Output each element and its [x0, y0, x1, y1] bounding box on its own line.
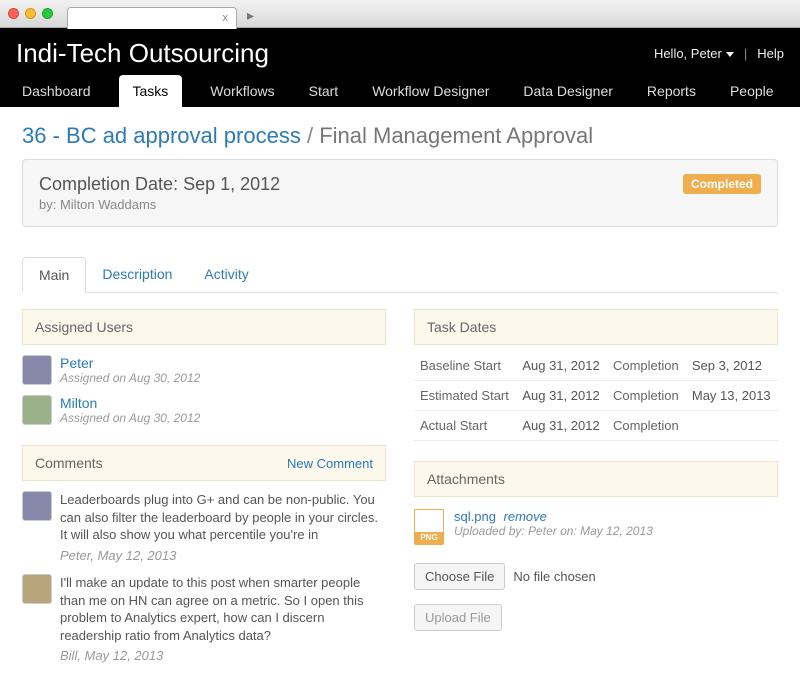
comment-text: I'll make an update to this post when sm… — [60, 574, 386, 644]
tab-description[interactable]: Description — [86, 257, 188, 292]
attachment-meta: Uploaded by: Peter on: May 12, 2013 — [454, 524, 653, 538]
attachment-row: PNG sql.png remove Uploaded by: Peter on… — [414, 509, 778, 545]
window-close-icon[interactable] — [8, 8, 19, 19]
completion-date: Completion Date: Sep 1, 2012 — [39, 174, 280, 195]
nav-data-designer[interactable]: Data Designer — [517, 75, 619, 107]
dates-table: Baseline Start Aug 31, 2012 Completion S… — [414, 351, 778, 441]
breadcrumb: 36 - BC ad approval process / Final Mana… — [22, 123, 778, 149]
user-greeting[interactable]: Hello, Peter — [654, 46, 734, 61]
chevron-down-icon — [726, 52, 734, 57]
user-link[interactable]: Milton — [60, 395, 200, 411]
comment-row: Leaderboards plug into G+ and can be non… — [22, 491, 386, 564]
panel-attachments: Attachments — [414, 461, 778, 497]
summary-box: Completion Date: Sep 1, 2012 by: Milton … — [22, 159, 778, 227]
window-minimize-icon[interactable] — [25, 8, 36, 19]
user-meta: Assigned on Aug 30, 2012 — [60, 371, 200, 385]
browser-tab[interactable]: x — [67, 7, 237, 29]
avatar — [22, 395, 52, 425]
nav-tasks[interactable]: Tasks — [119, 75, 183, 107]
nav-start[interactable]: Start — [303, 75, 345, 107]
tab-close-icon[interactable]: x — [223, 12, 229, 24]
tab-activity[interactable]: Activity — [188, 257, 264, 292]
panel-assigned-users: Assigned Users — [22, 309, 386, 345]
brand-title: Indi-Tech Outsourcing — [16, 38, 269, 69]
table-row: Actual Start Aug 31, 2012 Completion — [414, 411, 778, 441]
avatar — [22, 355, 52, 385]
status-badge: Completed — [683, 174, 761, 194]
browser-chrome: x ▸ — [0, 0, 800, 28]
user-meta: Assigned on Aug 30, 2012 — [60, 411, 200, 425]
assigned-user-row: Milton Assigned on Aug 30, 2012 — [22, 395, 386, 425]
completion-by: by: Milton Waddams — [39, 197, 280, 212]
breadcrumb-sep: / — [307, 123, 313, 148]
attachment-remove-link[interactable]: remove — [504, 509, 547, 524]
divider: | — [744, 46, 747, 61]
attachment-link[interactable]: sql.png — [454, 509, 496, 524]
panel-task-dates: Task Dates — [414, 309, 778, 345]
nav-workflows[interactable]: Workflows — [204, 75, 280, 107]
file-icon: PNG — [414, 509, 444, 545]
nav-dashboard[interactable]: Dashboard — [16, 75, 97, 107]
choose-file-button[interactable]: Choose File — [414, 563, 505, 590]
table-row: Estimated Start Aug 31, 2012 Completion … — [414, 381, 778, 411]
app-header: Indi-Tech Outsourcing Hello, Peter | Hel… — [0, 28, 800, 107]
assigned-user-row: Peter Assigned on Aug 30, 2012 — [22, 355, 386, 385]
new-tab-icon[interactable]: ▸ — [247, 7, 254, 24]
panel-comments: Comments New Comment — [22, 445, 386, 481]
help-link[interactable]: Help — [757, 46, 784, 61]
comment-text: Leaderboards plug into G+ and can be non… — [60, 491, 386, 544]
window-zoom-icon[interactable] — [42, 8, 53, 19]
no-file-label: No file chosen — [513, 569, 595, 584]
main-nav: Dashboard Tasks Workflows Start Workflow… — [16, 75, 784, 107]
nav-people[interactable]: People — [724, 75, 780, 107]
comment-row: I'll make an update to this post when sm… — [22, 574, 386, 665]
breadcrumb-link[interactable]: 36 - BC ad approval process — [22, 123, 301, 148]
upload-file-button[interactable]: Upload File — [414, 604, 502, 631]
nav-reports[interactable]: Reports — [641, 75, 702, 107]
breadcrumb-current: Final Management Approval — [319, 123, 593, 148]
detail-tabs: Main Description Activity — [22, 257, 778, 293]
comment-meta: Peter, May 12, 2013 — [60, 547, 386, 565]
new-comment-link[interactable]: New Comment — [287, 456, 373, 471]
nav-workflow-designer[interactable]: Workflow Designer — [366, 75, 495, 107]
tab-main[interactable]: Main — [22, 257, 86, 293]
avatar — [22, 574, 52, 604]
user-link[interactable]: Peter — [60, 355, 200, 371]
avatar — [22, 491, 52, 521]
table-row: Baseline Start Aug 31, 2012 Completion S… — [414, 351, 778, 381]
comment-meta: Bill, May 12, 2013 — [60, 647, 386, 665]
